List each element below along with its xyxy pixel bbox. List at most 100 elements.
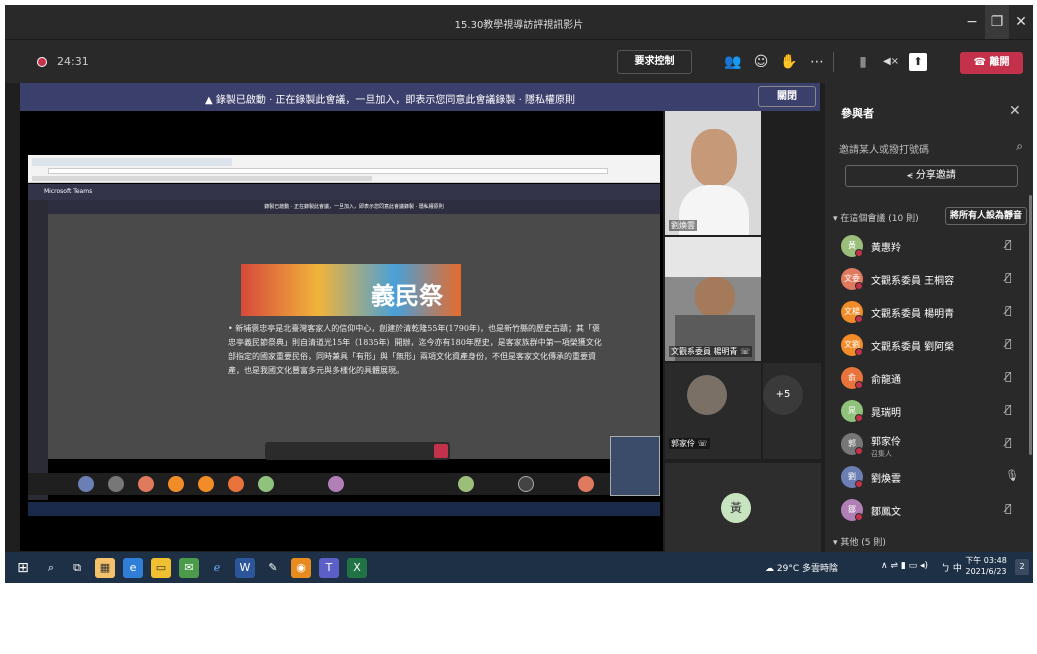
participant-name: 劉煥雲 xyxy=(871,474,901,485)
participant-row[interactable]: 劉劉煥雲 🎙 xyxy=(841,462,1025,494)
participant-role: 召集人 xyxy=(871,450,892,458)
mic-icon[interactable]: ◀× xyxy=(879,50,903,74)
panel-scrollbar[interactable] xyxy=(1029,195,1032,455)
restore-button[interactable]: ❐ xyxy=(985,5,1009,39)
participant-row[interactable]: 郭郭家伶 召集人 🎙̸ xyxy=(841,429,1025,461)
leave-label: 離開 xyxy=(989,57,1010,68)
participant-row[interactable]: 俞俞龍通 🎙̸ xyxy=(841,363,1025,395)
recording-banner: ▲ 錄製已啟動 · 正在錄製此會議，一旦加入，即表示您同意此會議錄製 · 隱私權… xyxy=(20,83,820,111)
participant-name: 文觀系委員 劉阿榮 xyxy=(871,342,955,353)
status-dot xyxy=(855,348,863,356)
teams-icon[interactable]: T xyxy=(319,558,339,578)
status-dot xyxy=(855,513,863,521)
more-options-icon[interactable]: ⋯ xyxy=(805,50,829,74)
slide-logo: 義民祭 xyxy=(241,264,461,316)
shared-popup-menu xyxy=(610,436,660,496)
mute-all-button[interactable]: 將所有人設為靜音 xyxy=(945,207,1027,225)
clock-time: 下午 03:48 xyxy=(965,556,1007,565)
excel-icon[interactable]: X xyxy=(347,558,367,578)
self-avatar: 黃 xyxy=(721,493,751,523)
video-tile-name: 郭家伶 ☏ xyxy=(669,438,710,449)
stage-presenter-name: 郭家伶 ☏ xyxy=(34,644,71,653)
weather-indicator[interactable]: ☁ 29°C 多雲時陰 xyxy=(765,561,838,574)
windows-taskbar: ⊞ ⌕ ⧉ ▦ e ▭ ✉ ℯ W ✎ ◉ T X ☁ 29°C 多雲時陰 ∧ … xyxy=(5,552,1033,583)
participant-row[interactable]: 黃黃惠羚 🎙̸ xyxy=(841,231,1025,263)
chrome-icon[interactable]: ◉ xyxy=(291,558,311,578)
invite-search-field[interactable]: 邀請某人或撥打號碼 ⌕ xyxy=(835,137,1025,159)
mic-muted-icon[interactable]: 🎙̸ xyxy=(1005,238,1012,251)
more-participants-tile[interactable]: +5 xyxy=(763,363,821,459)
mic-muted-icon[interactable]: 🎙̸ xyxy=(1005,337,1012,350)
chat-app-icon[interactable]: ✉ xyxy=(179,558,199,578)
mic-muted-icon[interactable]: 🎙 xyxy=(1005,469,1019,482)
tray-icons[interactable]: ∧ ⇌ ▮ ▭ ◂) xyxy=(881,561,928,571)
meeting-toolbar: 24:31 要求控制 👥 ☺ ✋ ⋯ ▮ ◀× ⬆ ☎ 離開 xyxy=(5,39,1033,83)
share-invite-button[interactable]: ⪪ 分享邀請 xyxy=(845,165,1018,187)
slide-body-text: • 新埔褒忠亭是北臺灣客家人的信仰中心，創建於清乾隆55年(1790年)，也是新… xyxy=(228,324,602,375)
word-icon[interactable]: W xyxy=(235,558,255,578)
video-tile-name: 文觀系委員 楊明青 ☏ xyxy=(669,346,753,357)
minimize-button[interactable]: − xyxy=(960,5,984,39)
shared-call-controls xyxy=(265,442,450,460)
status-dot xyxy=(855,282,863,290)
notification-badge[interactable]: 2 xyxy=(1015,559,1029,575)
clock-date: 2021/6/23 xyxy=(965,567,1007,576)
participant-name: 文觀系委員 楊明青 xyxy=(871,309,955,320)
mic-muted-icon[interactable]: 🎙̸ xyxy=(1005,502,1012,515)
search-icon[interactable]: ⌕ xyxy=(41,558,61,578)
mic-muted-icon[interactable]: 🎙̸ xyxy=(1005,304,1012,317)
mic-muted-icon[interactable]: 🎙̸ xyxy=(1005,403,1012,416)
recording-icon xyxy=(37,57,47,67)
raise-hand-icon[interactable]: ✋ xyxy=(777,50,801,74)
self-video-tile[interactable]: 黃 xyxy=(665,463,821,553)
mic-muted-icon[interactable]: 🎙̸ xyxy=(1005,370,1012,383)
explorer-icon[interactable]: ▭ xyxy=(151,558,171,578)
status-dot xyxy=(855,414,863,422)
toolbar-divider xyxy=(833,52,834,72)
task-view-icon[interactable]: ⧉ xyxy=(67,558,87,578)
share-screen-icon[interactable]: ⬆ xyxy=(909,53,927,71)
ime-indicator[interactable]: ㄅ 中 xyxy=(941,561,962,574)
chat-icon[interactable]: ☺ xyxy=(749,50,773,74)
clock[interactable]: 下午 03:48 2021/6/23 xyxy=(963,555,1009,577)
participant-row[interactable]: 鄒鄒鳳文 🎙̸ xyxy=(841,495,1025,527)
panel-title: 參與者 xyxy=(841,107,874,120)
status-dot xyxy=(855,447,863,455)
mic-muted-icon[interactable]: 🎙̸ xyxy=(1005,271,1012,284)
participant-row[interactable]: 晁晁瑞明 🎙̸ xyxy=(841,396,1025,428)
plus-count: +5 xyxy=(763,375,803,415)
participants-icon[interactable]: 👥 xyxy=(721,50,745,74)
teams-window: 15.30教學視導訪評視訊影片 − ❐ ✕ 24:31 要求控制 👥 ☺ ✋ ⋯… xyxy=(5,5,1033,653)
shared-teams-header: Microsoft Teams xyxy=(28,184,660,200)
status-dot xyxy=(855,249,863,257)
paint-icon[interactable]: ✎ xyxy=(263,558,283,578)
shared-browser-chrome xyxy=(28,155,660,183)
shared-avatar-strip xyxy=(28,473,660,495)
slide-logo-text: 義民祭 xyxy=(371,281,443,310)
others-section[interactable]: ▾ 其他 (5 則) xyxy=(833,535,886,548)
edge-icon[interactable]: e xyxy=(123,558,143,578)
request-control-button[interactable]: 要求控制 xyxy=(617,50,692,74)
recording-banner-text: ▲ 錄製已啟動 · 正在錄製此會議，一旦加入，即表示您同意此會議錄製 · 隱私權… xyxy=(205,95,575,106)
shared-screen: Microsoft Teams 錄製已啟動 · 正在錄製此會議，一旦加入，即表示… xyxy=(20,111,663,653)
panel-close-button[interactable]: ✕ xyxy=(1009,103,1021,119)
mic-muted-icon[interactable]: 🎙̸ xyxy=(1005,436,1012,449)
participant-name: 俞龍通 xyxy=(871,375,901,386)
participant-row[interactable]: 文楊 文觀系委員 楊明青 🎙̸ xyxy=(841,297,1025,329)
close-window-button[interactable]: ✕ xyxy=(1009,5,1033,39)
video-tile-kuo[interactable]: 郭家伶 ☏ xyxy=(665,363,761,459)
camera-off-icon[interactable]: ▮ xyxy=(851,50,875,74)
video-tile-yang[interactable]: 文觀系委員 楊明青 ☏ xyxy=(665,237,761,361)
participant-row[interactable]: 文委 文觀系委員 王桐容 🎙̸ xyxy=(841,264,1025,296)
in-meeting-section[interactable]: ▾ 在這個會議 (10 則) xyxy=(833,211,919,224)
start-icon[interactable]: ⊞ xyxy=(13,558,33,578)
video-tile-liu[interactable]: 劉煥雲 xyxy=(665,111,761,235)
search-placeholder: 邀請某人或撥打號碼 xyxy=(839,145,929,156)
window-title: 15.30教學視導訪評視訊影片 xyxy=(454,20,584,31)
participant-name: 郭家伶 xyxy=(871,437,901,448)
participant-row[interactable]: 文劉 文觀系委員 劉阿榮 🎙̸ xyxy=(841,330,1025,362)
ie-icon[interactable]: ℯ xyxy=(207,558,227,578)
leave-button[interactable]: ☎ 離開 xyxy=(960,52,1023,74)
store-icon[interactable]: ▦ xyxy=(95,558,115,578)
banner-close-button[interactable]: 關閉 xyxy=(758,86,816,107)
